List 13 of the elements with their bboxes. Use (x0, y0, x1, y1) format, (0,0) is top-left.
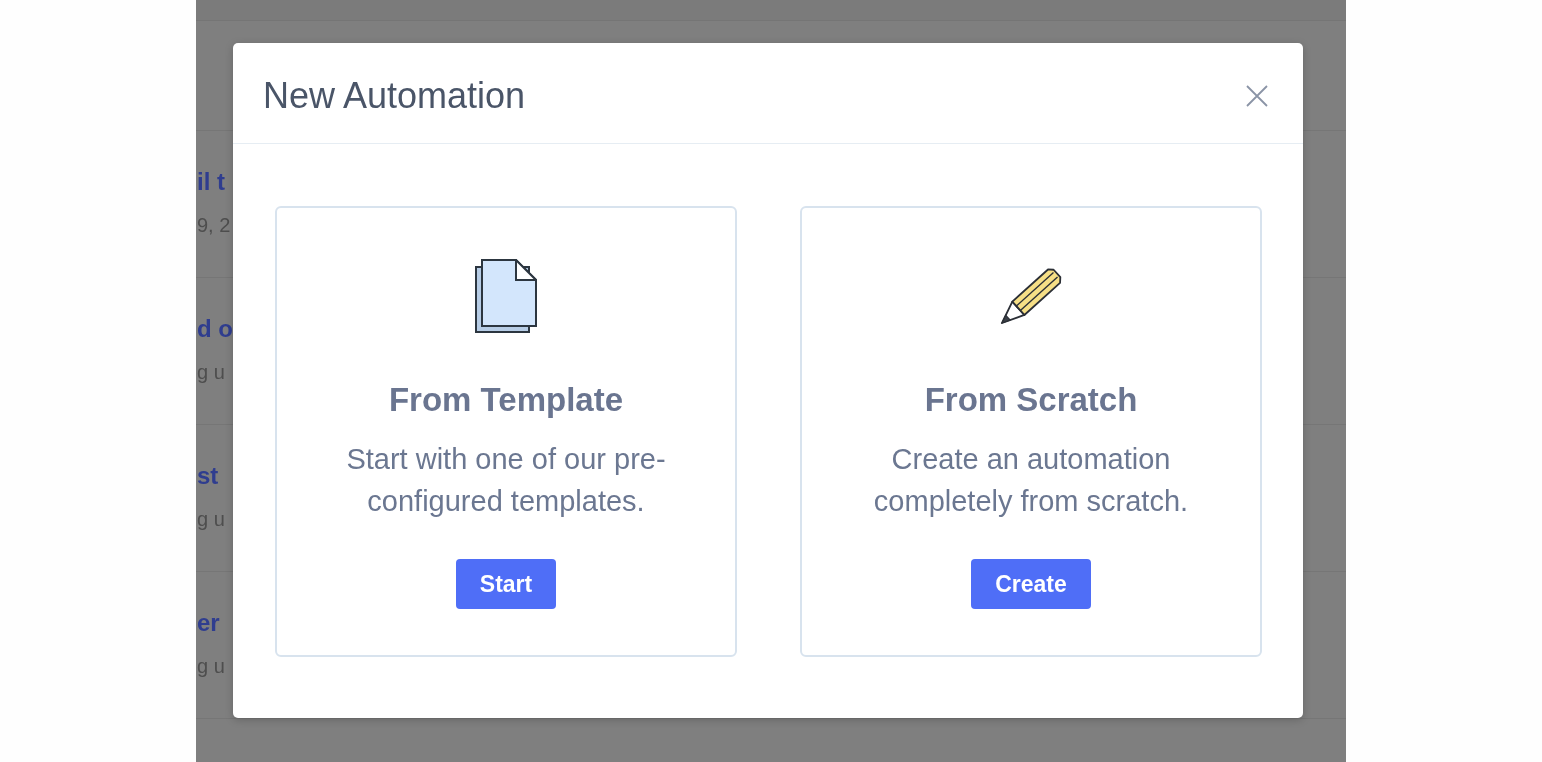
option-button[interactable]: Start (455, 559, 557, 609)
close-icon[interactable] (1246, 85, 1268, 107)
option-title: From Template (388, 382, 624, 418)
list-item-title: il t (197, 168, 225, 196)
option-description: Start with one of our pre-configured templates. (345, 442, 667, 519)
option-button[interactable]: Create (971, 559, 1091, 609)
list-item-title: d o (197, 315, 233, 343)
option-title: From Scratch (924, 382, 1138, 418)
option-description: Create an automation completely from scratch. (872, 442, 1190, 519)
list-item-title: er (197, 609, 220, 637)
dialog-title: New Automation (263, 75, 526, 117)
list-item-title: st (197, 462, 219, 490)
document-stack-icon (475, 259, 537, 333)
